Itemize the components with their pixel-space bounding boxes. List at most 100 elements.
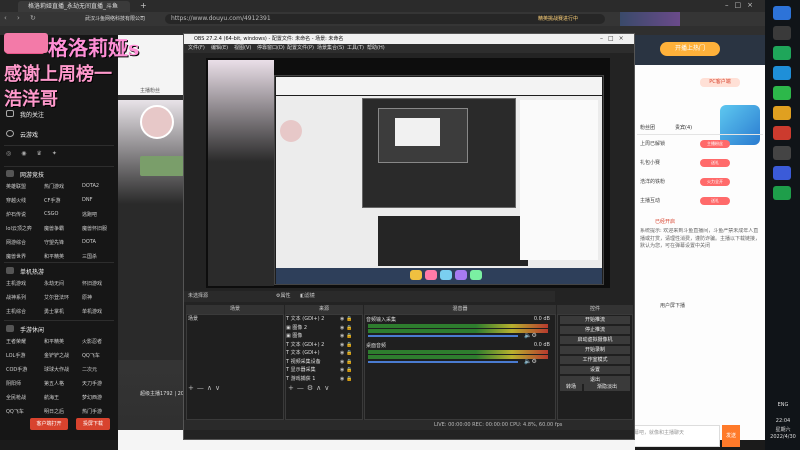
start-icon[interactable] [773, 6, 791, 20]
category-link[interactable]: 逃跑吧 [82, 211, 97, 218]
control-button[interactable]: 开始推流 [560, 316, 630, 324]
category-link[interactable]: 王者荣耀 [6, 338, 26, 345]
rank-row-pill[interactable]: 主播粉丝 [700, 140, 730, 148]
control-button[interactable]: 启动虚拟摄像机 [560, 336, 630, 344]
open-client-button[interactable]: 客户端打开 [30, 418, 68, 430]
tab-fans[interactable]: 粉丝团 [640, 124, 670, 133]
category-link[interactable]: 单机游戏 [82, 308, 102, 315]
scene-item[interactable]: 场景 [188, 316, 282, 323]
transitions-tab[interactable]: 转场 [560, 383, 582, 391]
scene-actions-icon[interactable]: +—∧∨ [188, 384, 238, 392]
category-link[interactable]: 永劫无间 [44, 280, 64, 287]
category-link[interactable]: 勇士掌机 [44, 308, 64, 315]
chat-app-icon[interactable] [773, 86, 791, 100]
category-link[interactable]: 主机游戏 [6, 280, 26, 287]
category-link[interactable]: 英雄联盟 [6, 183, 26, 190]
category-link[interactable]: 三国杀 [82, 253, 97, 260]
filters-button[interactable]: ◧滤镜 [300, 292, 320, 301]
browser-tab[interactable]: 格洛莉娅直播_永劫无间直播_斗鱼 [18, 1, 130, 12]
lang-indicator[interactable]: ENG [771, 402, 795, 410]
category-link[interactable]: 原神 [82, 294, 92, 301]
category-link[interactable]: CF手游 [44, 197, 60, 204]
promo-banner[interactable]: 精英挑战赛进行中 [538, 14, 618, 24]
new-tab-icon[interactable]: + [140, 1, 150, 11]
rank-row-pill[interactable]: 送礼 [700, 159, 730, 167]
visibility-lock-icon[interactable]: ◉ 🔒 [340, 333, 360, 340]
obs-menu-item[interactable]: 文件(F) [188, 44, 205, 53]
category-link[interactable]: DOTA2 [82, 183, 99, 189]
category-link[interactable]: QQ飞车 [6, 408, 24, 415]
sidebar-section-cloud[interactable]: 云游戏 [20, 130, 38, 139]
event-promo-icon[interactable] [720, 105, 760, 145]
obs-icon[interactable] [773, 146, 791, 160]
tab-vip[interactable]: 贵宾(4) [675, 124, 705, 133]
control-button[interactable]: 停止推流 [560, 326, 630, 334]
category-title-online[interactable]: 网游竞技 [20, 170, 44, 179]
category-link[interactable]: 和平精英 [44, 338, 64, 345]
category-link[interactable]: 和平精英 [44, 253, 64, 260]
download-button[interactable]: 投屏下载 [76, 418, 110, 430]
category-link[interactable]: 二次元 [82, 366, 97, 373]
visibility-lock-icon[interactable]: ◉ 🔒 [340, 359, 360, 366]
quick-icons[interactable]: ◎◉♛✦ [6, 150, 106, 160]
promo-image[interactable] [620, 12, 680, 26]
category-link[interactable]: LOL手游 [6, 352, 25, 359]
scenes-list[interactable] [186, 314, 284, 420]
app-icon[interactable] [773, 126, 791, 140]
category-link[interactable]: 金铲铲之战 [44, 352, 69, 359]
category-link[interactable]: 魔兽争霸 [44, 225, 64, 232]
category-link[interactable]: 明日之后 [44, 408, 64, 415]
category-link[interactable]: 航海王 [44, 394, 59, 401]
clock-time[interactable]: 22:04 [768, 418, 798, 426]
category-link[interactable]: 热门游戏 [44, 183, 64, 190]
sidebar-section-follow[interactable]: 我的关注 [20, 110, 44, 119]
category-link[interactable]: DNF [82, 197, 92, 203]
transition-select[interactable]: 渐隐淡出 [584, 383, 630, 391]
category-link[interactable]: 火影忍者 [82, 338, 102, 345]
category-link[interactable]: CSGO [44, 211, 58, 217]
category-link[interactable]: 第五人格 [44, 380, 64, 387]
category-link[interactable]: 阴阳师 [6, 380, 21, 387]
category-title-mobile[interactable]: 手游休闲 [20, 325, 44, 334]
category-link[interactable]: 炉石传说 [6, 211, 26, 218]
visibility-lock-icon[interactable]: ◉ 🔒 [340, 376, 360, 383]
category-link[interactable]: 球球大作战 [44, 366, 69, 373]
mute-settings-icon[interactable]: 🔈⚙ [524, 358, 550, 365]
mute-settings-icon[interactable]: 🔈⚙ [524, 332, 550, 339]
visibility-lock-icon[interactable]: ◉ 🔒 [340, 316, 360, 323]
properties-button[interactable]: ⚙属性 [276, 292, 296, 301]
category-link[interactable]: 战神系列 [6, 294, 26, 301]
category-link[interactable]: 艾尔登法环 [44, 294, 69, 301]
obs-menu-item[interactable]: 停靠窗口(D) [257, 44, 285, 53]
pc-client-button[interactable]: PC客户端 [700, 78, 740, 87]
category-link[interactable]: 梦幻西游 [82, 394, 102, 401]
obs-menu-item[interactable]: 工具(T) [347, 44, 364, 53]
send-button[interactable]: 发送 [722, 425, 740, 447]
category-link[interactable]: 魔兽世界 [6, 253, 26, 260]
visibility-lock-icon[interactable]: ◉ 🔒 [340, 350, 360, 357]
control-button[interactable]: 设置 [560, 366, 630, 374]
game-icon[interactable] [773, 186, 791, 200]
go-live-button[interactable]: 开播上热门 [660, 42, 720, 56]
obs-menu-item[interactable]: 帮助(H) [367, 44, 385, 53]
rank-row-pill[interactable]: 火力全开 [700, 178, 730, 186]
avatar[interactable] [140, 105, 174, 139]
qq-icon[interactable] [773, 66, 791, 80]
category-title-single[interactable]: 单机热游 [20, 267, 44, 276]
category-link[interactable]: 守望先锋 [44, 239, 64, 246]
rank-row-pill[interactable]: 送礼 [700, 197, 730, 205]
category-link[interactable]: 热门手游 [82, 408, 102, 415]
category-link[interactable]: 全民枪战 [6, 394, 26, 401]
category-link[interactable]: lol云顶之弈 [6, 225, 32, 232]
category-link[interactable]: DOTA [82, 239, 96, 245]
nav-buttons-icon[interactable]: ‹ › ↻ [4, 14, 64, 24]
window-controls-icon[interactable]: –□× [725, 1, 765, 11]
obs-menu-item[interactable]: 配置文件(P) [287, 44, 314, 53]
category-link[interactable]: 天刀手游 [82, 380, 102, 387]
category-link[interactable]: COD手游 [6, 366, 27, 373]
obs-window-controls-icon[interactable]: –□× [600, 34, 634, 44]
browser-icon[interactable] [773, 166, 791, 180]
category-link[interactable]: 怀旧游戏 [82, 280, 102, 287]
obs-menu-item[interactable]: 编辑(E) [211, 44, 228, 53]
category-link[interactable]: 网游综合 [6, 239, 26, 246]
